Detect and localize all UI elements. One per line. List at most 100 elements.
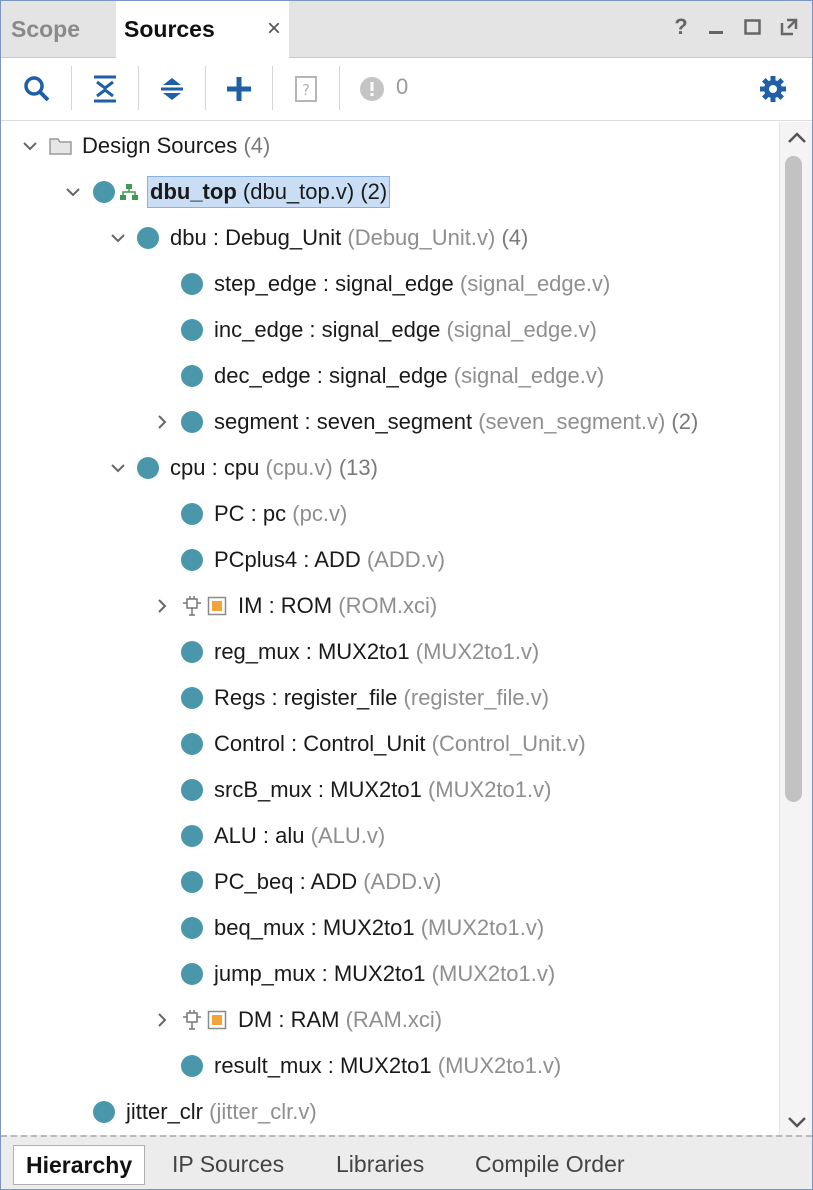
module-icon [181, 641, 203, 663]
module-icon [181, 411, 203, 433]
chevron-right-icon[interactable] [153, 1011, 171, 1029]
tree-row-dbu[interactable]: dbu : Debug_Unit (Debug_Unit.v) (4) [1, 215, 778, 261]
ip-block-icon [207, 596, 227, 616]
tree-row-pc[interactable]: PC : pc (pc.v) [1, 491, 778, 537]
chevron-down-icon[interactable] [109, 229, 127, 247]
gear-icon[interactable] [753, 70, 793, 108]
tree-row-dec-edge[interactable]: dec_edge : signal_edge (signal_edge.v) [1, 353, 778, 399]
tree-label-selected: dbu_top (dbu_top.v) (2) [147, 176, 391, 208]
source-tree[interactable]: Design Sources (4) dbu_top (dbu_top.v) (… [1, 122, 778, 1135]
chevron-right-icon[interactable] [153, 597, 171, 615]
scroll-down-icon[interactable] [786, 1112, 808, 1132]
tree-row-dm[interactable]: DM : RAM (RAM.xci) [1, 997, 778, 1043]
search-icon[interactable] [17, 70, 57, 108]
tree-row-srcb-mux[interactable]: srcB_mux : MUX2to1 (MUX2to1.v) [1, 767, 778, 813]
collapse-all-icon[interactable] [85, 70, 125, 108]
tree-label: Regs : register_file (register_file.v) [214, 685, 550, 710]
vertical-scrollbar[interactable] [779, 122, 812, 1135]
module-icon [181, 1055, 203, 1077]
tree-row-design-sources[interactable]: Design Sources (4) [1, 123, 778, 169]
module-icon [137, 457, 159, 479]
ip-block-icon [207, 1010, 227, 1030]
toolbar-separator [272, 66, 273, 110]
tab-bar: Scope Sources × ? [1, 1, 812, 58]
tree-label: IM : ROM (ROM.xci) [238, 593, 438, 618]
tree-row-pc-beq[interactable]: PC_beq : ADD (ADD.v) [1, 859, 778, 905]
tree-label: PCplus4 : ADD (ADD.v) [214, 547, 446, 572]
close-icon[interactable]: × [267, 17, 281, 41]
module-icon [181, 503, 203, 525]
tab-scope-label: Scope [11, 15, 81, 42]
tree-row-cpu[interactable]: cpu : cpu (cpu.v) (13) [1, 445, 778, 491]
hierarchy-top-icon [120, 184, 138, 200]
float-icon[interactable] [778, 15, 800, 39]
module-icon [181, 687, 203, 709]
tree-label: dbu : Debug_Unit (Debug_Unit.v) (4) [170, 225, 529, 250]
tree-row-inc-edge[interactable]: inc_edge : signal_edge (signal_edge.v) [1, 307, 778, 353]
tree-label: PC_beq : ADD (ADD.v) [214, 869, 442, 894]
tree-label: jitter_clr (jitter_clr.v) [126, 1099, 317, 1124]
tree-label: beq_mux : MUX2to1 (MUX2to1.v) [214, 915, 545, 940]
chevron-down-icon[interactable] [21, 137, 39, 155]
tree-row-pcplus4[interactable]: PCplus4 : ADD (ADD.v) [1, 537, 778, 583]
tree-label: Control : Control_Unit (Control_Unit.v) [214, 731, 586, 756]
tree-row-step-edge[interactable]: step_edge : signal_edge (signal_edge.v) [1, 261, 778, 307]
tree-row-alu[interactable]: ALU : alu (ALU.v) [1, 813, 778, 859]
tree-row-control[interactable]: Control : Control_Unit (Control_Unit.v) [1, 721, 778, 767]
tree-row-jitter-clr[interactable]: jitter_clr (jitter_clr.v) [1, 1089, 778, 1135]
tab-sources-label: Sources [124, 16, 215, 42]
folder-icon [49, 138, 72, 155]
add-icon[interactable] [219, 70, 259, 108]
tab-libraries[interactable]: Libraries [336, 1145, 424, 1183]
tree-label: DM : RAM (RAM.xci) [238, 1007, 443, 1032]
tab-sources[interactable]: Sources × [116, 1, 289, 58]
tree-label: segment : seven_segment (seven_segment.v… [214, 409, 699, 434]
tree-row-beq-mux[interactable]: beq_mux : MUX2to1 (MUX2to1.v) [1, 905, 778, 951]
chevron-right-icon[interactable] [153, 413, 171, 431]
bottom-tab-bar: Hierarchy IP Sources Libraries Compile O… [1, 1135, 812, 1189]
tab-ip-sources[interactable]: IP Sources [172, 1145, 284, 1183]
chevron-down-icon[interactable] [64, 183, 82, 201]
chevron-down-icon[interactable] [109, 459, 127, 477]
maximize-icon[interactable] [742, 15, 764, 39]
tree-row-segment[interactable]: segment : seven_segment (seven_segment.v… [1, 399, 778, 445]
module-icon [181, 963, 203, 985]
ip-core-icon [183, 1010, 201, 1030]
expand-all-icon[interactable] [152, 70, 192, 108]
error-status-icon[interactable] [352, 70, 392, 108]
module-icon [181, 917, 203, 939]
ip-core-icon [183, 596, 201, 616]
tree-label: jump_mux : MUX2to1 (MUX2to1.v) [214, 961, 556, 986]
tree-row-im[interactable]: IM : ROM (ROM.xci) [1, 583, 778, 629]
tree-label: inc_edge : signal_edge (signal_edge.v) [214, 317, 597, 342]
tree-row-dbu-top[interactable]: dbu_top (dbu_top.v) (2) [1, 169, 778, 215]
tree-label: PC : pc (pc.v) [214, 501, 348, 526]
tree-row-reg-mux[interactable]: reg_mux : MUX2to1 (MUX2to1.v) [1, 629, 778, 675]
tree-label: dec_edge : signal_edge (signal_edge.v) [214, 363, 605, 388]
scroll-up-icon[interactable] [786, 128, 808, 148]
tab-hierarchy[interactable]: Hierarchy [13, 1145, 146, 1185]
tab-scope[interactable]: Scope [1, 1, 115, 57]
module-icon [181, 319, 203, 341]
minimize-icon[interactable] [706, 15, 728, 39]
tree-label: step_edge : signal_edge (signal_edge.v) [214, 271, 611, 296]
unknown-file-icon[interactable]: ? [286, 70, 326, 108]
tree-row-result-mux[interactable]: result_mux : MUX2to1 (MUX2to1.v) [1, 1043, 778, 1089]
tree-label: result_mux : MUX2to1 (MUX2to1.v) [214, 1053, 562, 1078]
tree-label: reg_mux : MUX2to1 (MUX2to1.v) [214, 639, 540, 664]
svg-text:?: ? [302, 81, 310, 99]
scrollbar-thumb[interactable] [785, 156, 802, 802]
tree-label: srcB_mux : MUX2to1 (MUX2to1.v) [214, 777, 552, 802]
tree-label: cpu : cpu (cpu.v) (13) [170, 455, 378, 480]
tree-row-jump-mux[interactable]: jump_mux : MUX2to1 (MUX2to1.v) [1, 951, 778, 997]
toolbar-separator [71, 66, 72, 110]
tree-row-regs[interactable]: Regs : register_file (register_file.v) [1, 675, 778, 721]
module-icon [137, 227, 159, 249]
toolbar: ? 0 [1, 58, 812, 121]
tab-compile-order[interactable]: Compile Order [475, 1145, 625, 1183]
module-icon [181, 825, 203, 847]
module-icon [93, 1101, 115, 1123]
help-icon[interactable]: ? [670, 14, 692, 39]
module-icon [181, 779, 203, 801]
module-icon [181, 733, 203, 755]
